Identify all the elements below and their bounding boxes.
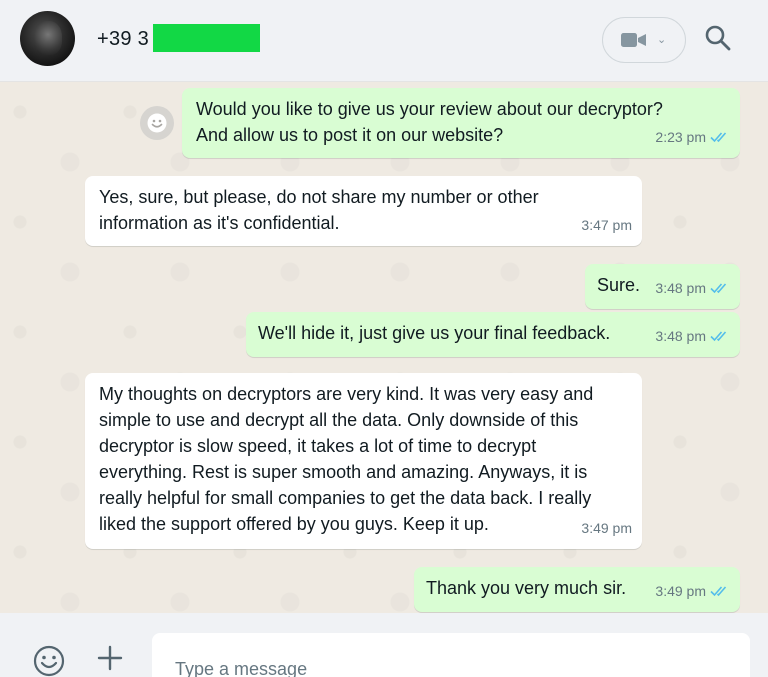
- message-bubble[interactable]: Would you like to give us your review ab…: [182, 88, 740, 158]
- message-bubble[interactable]: We'll hide it, just give us your final f…: [246, 312, 740, 357]
- message-bubble[interactable]: Sure. 3:48 pm: [585, 264, 740, 309]
- chat-header: +39 39 ⌄: [0, 0, 768, 82]
- redaction-mark: [153, 24, 260, 52]
- message-meta: 3:49 pm: [581, 515, 632, 541]
- message-meta: 3:48 pm: [655, 323, 730, 349]
- double-check-read-icon: [710, 283, 727, 294]
- message-time: 3:48 pm: [655, 280, 706, 296]
- message-meta: 2:23 pm: [655, 124, 730, 150]
- emoji-reaction-button[interactable]: [140, 106, 174, 140]
- message-time: 3:49 pm: [655, 583, 706, 599]
- double-check-read-icon: [710, 331, 727, 342]
- message-bubble[interactable]: Thank you very much sir. 3:49 pm: [414, 567, 740, 612]
- smiley-icon: [147, 113, 167, 133]
- message-meta: 3:48 pm: [655, 275, 730, 301]
- message-time: 2:23 pm: [655, 129, 706, 145]
- search-button[interactable]: [704, 24, 736, 56]
- message-time: 3:49 pm: [581, 520, 632, 536]
- message-text: Sure.: [597, 275, 641, 295]
- video-camera-icon: [621, 33, 646, 47]
- message-text: We'll hide it, just give us your final f…: [258, 323, 611, 343]
- emoji-button[interactable]: [32, 644, 66, 677]
- smiley-icon: [33, 645, 65, 677]
- plus-icon: [97, 645, 123, 671]
- message-bubble[interactable]: My thoughts on decryptors are very kind.…: [85, 373, 642, 549]
- message-time: 3:47 pm: [581, 217, 632, 233]
- double-check-read-icon: [710, 586, 727, 597]
- contact-avatar[interactable]: [20, 11, 75, 66]
- message-bubble[interactable]: Yes, sure, but please, do not share my n…: [85, 176, 642, 246]
- message-text: Would you like to give us your review ab…: [196, 99, 663, 145]
- search-icon: [705, 25, 731, 51]
- message-meta: 3:47 pm: [581, 212, 632, 238]
- message-input[interactable]: [152, 633, 750, 677]
- chevron-down-icon: ⌄: [657, 34, 667, 46]
- message-meta: 3:49 pm: [655, 578, 730, 604]
- double-check-read-icon: [710, 132, 727, 143]
- message-time: 3:48 pm: [655, 328, 706, 344]
- message-text: My thoughts on decryptors are very kind.…: [99, 384, 594, 534]
- message-text: Yes, sure, but please, do not share my n…: [99, 187, 539, 233]
- video-call-button[interactable]: ⌄: [602, 17, 686, 63]
- attach-button[interactable]: [96, 644, 124, 672]
- message-text: Thank you very much sir.: [426, 578, 627, 598]
